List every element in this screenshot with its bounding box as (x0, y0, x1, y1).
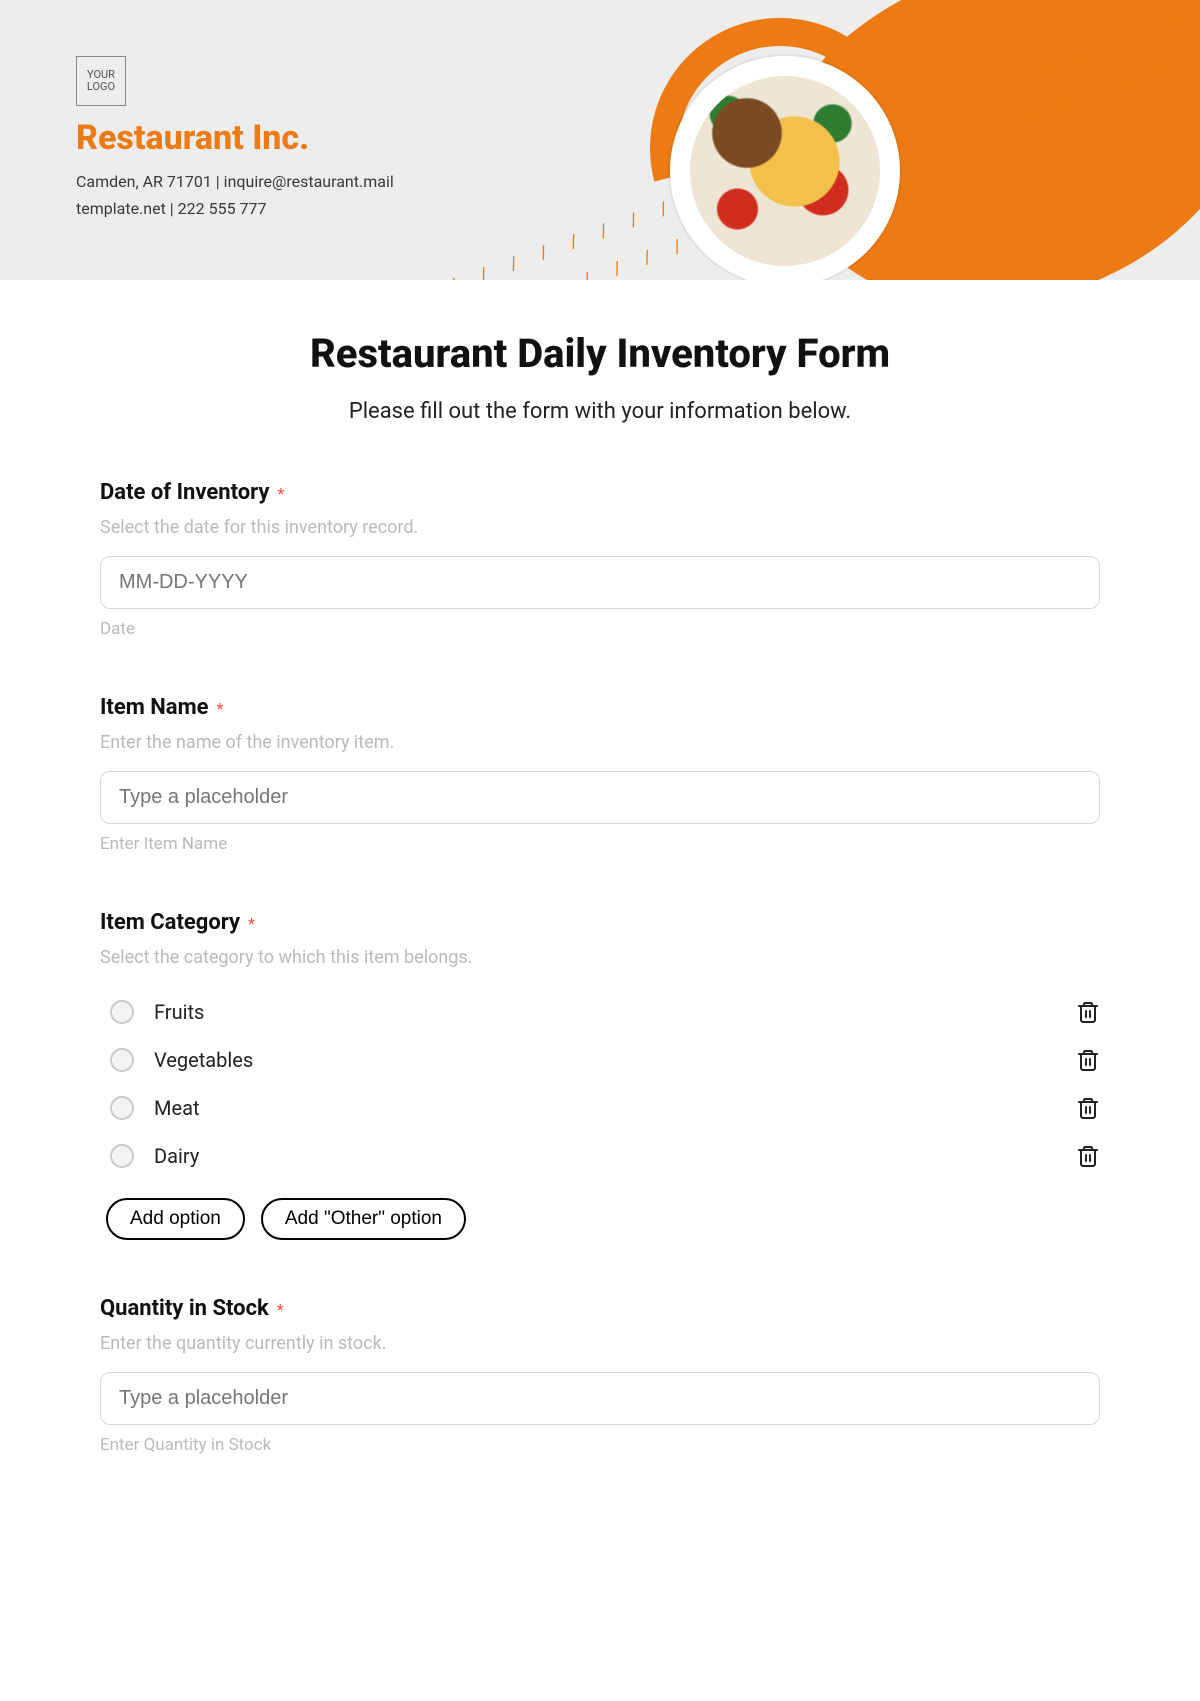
logo-placeholder: YOUR LOGO (76, 56, 126, 106)
brand-address: Camden, AR 71701 | inquire@restaurant.ma… (76, 168, 394, 195)
trash-icon[interactable] (1076, 1048, 1100, 1072)
category-option-row: Dairy (100, 1132, 1100, 1180)
form-container: Restaurant Daily Inventory Form Please f… (0, 280, 1200, 1495)
category-option-row: Meat (100, 1084, 1100, 1132)
radio-icon[interactable] (110, 1096, 134, 1120)
category-option-label: Fruits (154, 1000, 204, 1024)
quantity-input[interactable] (100, 1372, 1100, 1425)
food-plate-image (670, 56, 900, 280)
header-banner: / / / / / / / / / / / / / / / / / / / / … (0, 0, 1200, 280)
category-option-row: Vegetables (100, 1036, 1100, 1084)
trash-icon[interactable] (1076, 1144, 1100, 1168)
required-mark: * (277, 484, 284, 503)
date-field: Date of Inventory * Select the date for … (100, 480, 1100, 639)
add-option-button[interactable]: Add option (106, 1198, 245, 1240)
category-option-label: Dairy (154, 1144, 199, 1168)
date-label: Date of Inventory (100, 480, 270, 505)
brand-contact: Camden, AR 71701 | inquire@restaurant.ma… (76, 168, 394, 222)
item-name-under-label: Enter Item Name (100, 834, 1100, 854)
form-title: Restaurant Daily Inventory Form (100, 330, 1100, 377)
brand-name: Restaurant Inc. (76, 118, 309, 158)
item-name-input[interactable] (100, 771, 1100, 824)
item-name-field: Item Name * Enter the name of the invent… (100, 695, 1100, 854)
quantity-under-label: Enter Quantity in Stock (100, 1435, 1100, 1455)
date-description: Select the date for this inventory recor… (100, 517, 1100, 538)
item-name-description: Enter the name of the inventory item. (100, 732, 1100, 753)
item-name-label: Item Name (100, 695, 209, 720)
brand-contact-line: template.net | 222 555 777 (76, 195, 394, 222)
form-subtitle: Please fill out the form with your infor… (100, 399, 1100, 424)
logo-text: YOUR LOGO (87, 69, 115, 93)
category-field: Item Category * Select the category to w… (100, 910, 1100, 1240)
category-option-row: Fruits (100, 988, 1100, 1036)
category-option-label: Meat (154, 1096, 200, 1120)
trash-icon[interactable] (1076, 1096, 1100, 1120)
required-mark: * (248, 914, 255, 933)
date-under-label: Date (100, 619, 1100, 639)
radio-icon[interactable] (110, 1144, 134, 1168)
category-options-list: Fruits Vegetables Meat Dairy (100, 988, 1100, 1180)
quantity-description: Enter the quantity currently in stock. (100, 1333, 1100, 1354)
trash-icon[interactable] (1076, 1000, 1100, 1024)
quantity-label: Quantity in Stock (100, 1296, 269, 1321)
category-option-label: Vegetables (154, 1048, 253, 1072)
decorative-dashes: / / / / / / / / / / / / / / / / (444, 186, 697, 280)
required-mark: * (217, 699, 224, 718)
add-other-option-button[interactable]: Add "Other" option (261, 1198, 466, 1240)
radio-icon[interactable] (110, 1000, 134, 1024)
quantity-field: Quantity in Stock * Enter the quantity c… (100, 1296, 1100, 1455)
required-mark: * (277, 1300, 284, 1319)
category-description: Select the category to which this item b… (100, 947, 1100, 968)
radio-icon[interactable] (110, 1048, 134, 1072)
category-label: Item Category (100, 910, 240, 935)
date-input[interactable] (100, 556, 1100, 609)
